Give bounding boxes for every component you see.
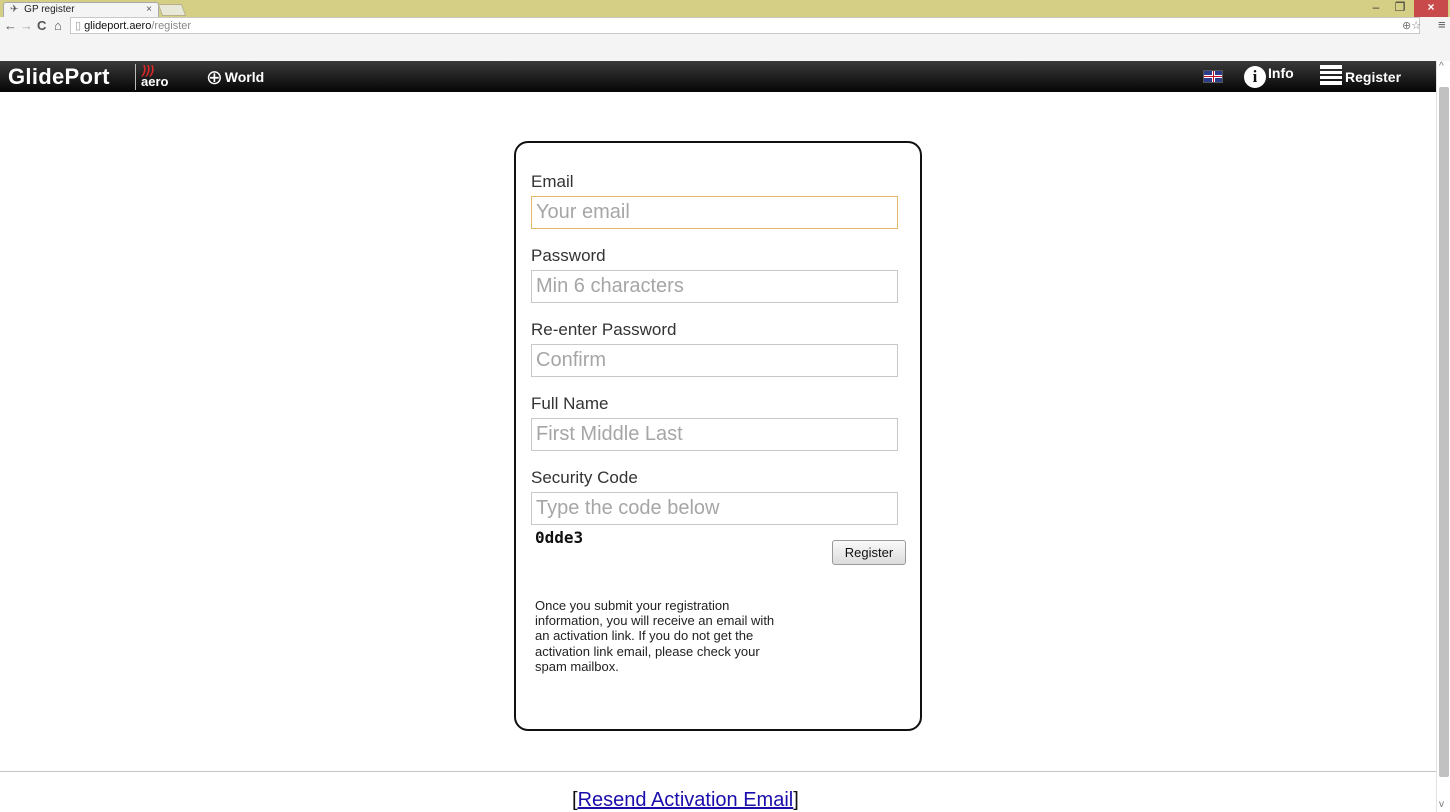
security-code-field[interactable] xyxy=(531,492,898,525)
nav-register-label: Register xyxy=(1345,69,1402,85)
full-name-field[interactable] xyxy=(531,418,898,451)
reload-icon[interactable]: C xyxy=(37,18,46,33)
security-code-label: Security Code xyxy=(531,468,638,487)
info-icon: i xyxy=(1244,66,1266,88)
captcha-image: 0dde3 xyxy=(535,528,584,547)
tab-close-icon[interactable]: × xyxy=(146,4,152,15)
footer-divider xyxy=(0,771,1436,772)
confirm-password-field[interactable] xyxy=(531,344,898,377)
new-tab-button[interactable] xyxy=(157,4,187,16)
address-bar[interactable]: ▯ glideport.aero/register xyxy=(70,17,1420,34)
nav-info-label: Info xyxy=(1268,65,1294,81)
back-arrow-icon[interactable]: ← xyxy=(4,18,17,33)
scroll-down-icon[interactable]: v xyxy=(1439,799,1444,810)
confirm-password-label: Re-enter Password xyxy=(531,320,677,339)
minimize-button[interactable]: – xyxy=(1364,0,1388,17)
resend-activation: [Resend Activation Email] xyxy=(572,789,799,812)
uk-flag-icon[interactable] xyxy=(1203,70,1223,83)
password-field[interactable] xyxy=(531,270,898,303)
site-navbar: GlidePort ))) aero ⊕ World i Info Register xyxy=(0,61,1436,92)
nav-register[interactable]: Register xyxy=(1320,65,1401,86)
activation-note: Once you submit your registration inform… xyxy=(535,598,775,674)
url-domain: glideport.aero xyxy=(84,20,152,32)
register-card: Email Password Re-enter Password Full Na… xyxy=(514,141,922,731)
forward-arrow-icon[interactable]: → xyxy=(20,18,33,33)
browser-tabstrip: ✈ GP register × – ❐ × xyxy=(0,0,1450,17)
maximize-button[interactable]: ❐ xyxy=(1388,0,1412,17)
email-label: Email xyxy=(531,172,574,191)
full-name-label: Full Name xyxy=(531,394,609,413)
password-label: Password xyxy=(531,246,606,265)
browser-toolbar: ← → C ⌂ ▯ glideport.aero/register ⊕☆ ≡ xyxy=(0,17,1450,61)
globe-icon: ⊕ xyxy=(206,67,223,89)
nav-info[interactable]: i Info xyxy=(1244,65,1294,88)
brand-suffix: aero xyxy=(141,74,169,89)
scroll-thumb[interactable] xyxy=(1439,87,1449,777)
nav-world-label: World xyxy=(224,69,265,85)
page-icon: ▯ xyxy=(75,20,82,32)
browser-tab[interactable]: ✈ GP register × xyxy=(3,2,159,17)
close-window-button[interactable]: × xyxy=(1414,0,1448,17)
page-scrollbar[interactable]: ^ v xyxy=(1436,61,1450,812)
resend-activation-link[interactable]: Resend Activation Email xyxy=(578,789,794,811)
nav-world[interactable]: ⊕ World xyxy=(206,65,264,90)
tab-title: GP register xyxy=(24,4,75,15)
url-path: /register xyxy=(151,20,192,32)
register-button[interactable]: Register xyxy=(832,540,906,565)
email-field[interactable] xyxy=(531,196,898,229)
calendar-icon xyxy=(1320,65,1342,86)
brand-mark[interactable]: ))) aero xyxy=(135,63,177,90)
home-icon[interactable]: ⌂ xyxy=(54,18,62,33)
scroll-up-icon[interactable]: ^ xyxy=(1439,61,1444,72)
glider-favicon-icon: ✈ xyxy=(10,4,19,15)
chrome-menu-icon[interactable]: ≡ xyxy=(1438,17,1446,32)
zoom-bookmark-icons[interactable]: ⊕☆ xyxy=(1402,19,1421,32)
bracket-close: ] xyxy=(793,789,799,811)
brand-logo[interactable]: GlidePort xyxy=(8,64,110,90)
